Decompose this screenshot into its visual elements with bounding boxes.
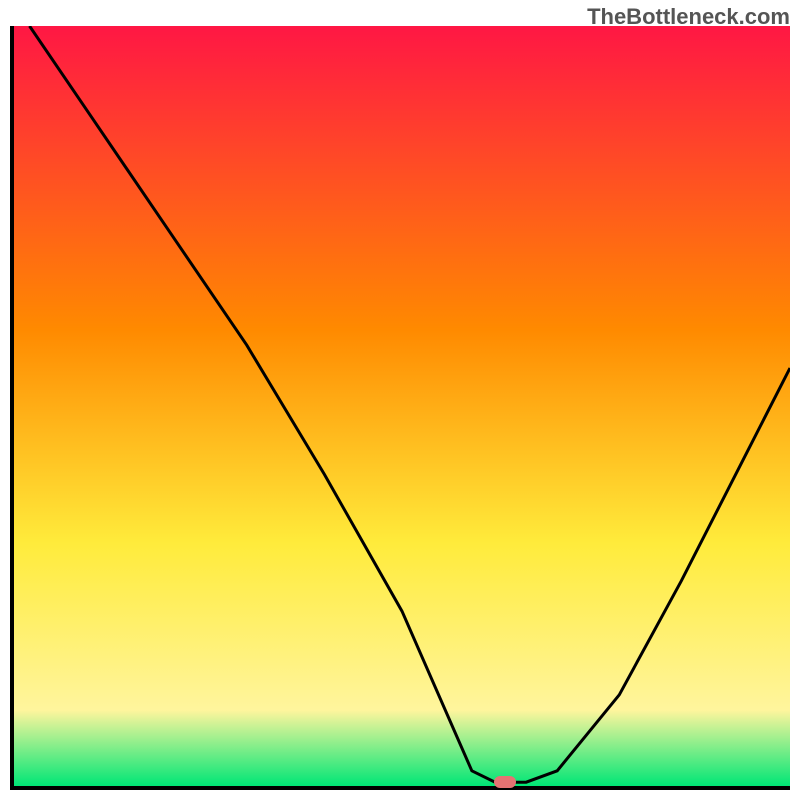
watermark-text: TheBottleneck.com xyxy=(587,4,790,30)
plot-area xyxy=(10,26,790,790)
curve-layer xyxy=(14,26,790,786)
bottleneck-chart: TheBottleneck.com xyxy=(0,0,800,800)
bottleneck-curve-line xyxy=(30,26,790,782)
optimal-point-marker xyxy=(494,776,516,788)
